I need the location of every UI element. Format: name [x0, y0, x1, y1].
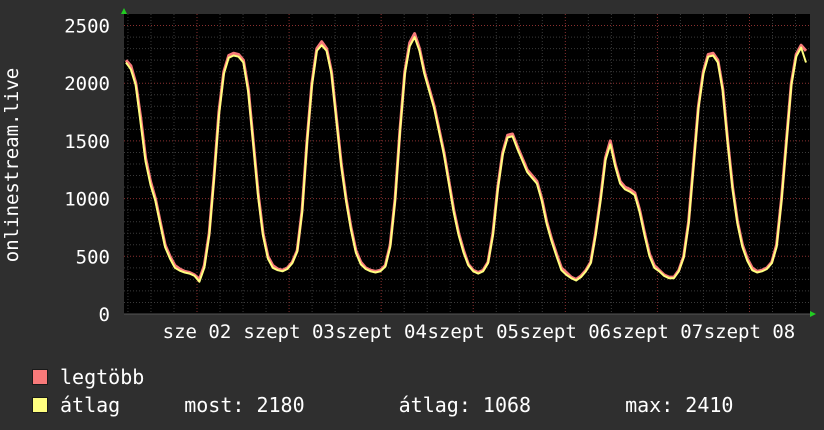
- x-tick-label: szept 05: [427, 321, 519, 343]
- x-tick-label: sze 02: [163, 321, 232, 343]
- legend: legtöbb átlag most: 2180 átlag: 1068 max…: [32, 363, 733, 419]
- legend-swatch-avg: [32, 397, 48, 413]
- legend-row-max: legtöbb: [32, 363, 733, 391]
- legend-label-avg: átlag: [60, 393, 121, 417]
- legend-row-avg: átlag most: 2180 átlag: 1068 max: 2410: [32, 391, 733, 419]
- y-tick-label: 2000: [64, 73, 110, 95]
- x-tick-label: szept 04: [335, 321, 427, 343]
- x-tick-label: szept 06: [520, 321, 612, 343]
- y-tick-label: 500: [76, 246, 110, 268]
- chart-widget: 0 500 1000 1500 2000 2500 sze 02 szept 03 szept…: [0, 0, 824, 430]
- legend-swatch-max: [32, 369, 48, 385]
- legend-label-max: legtöbb: [60, 365, 145, 389]
- stat-avg: átlag: 1068: [398, 393, 532, 417]
- stat-max: max: 2410: [625, 393, 734, 417]
- x-tick-label: szept 07: [612, 321, 704, 343]
- x-tick-label: szept 03: [243, 321, 335, 343]
- x-axis-arrow-icon: [810, 311, 816, 317]
- y-axis: 0 500 1000 1500 2000 2500: [64, 16, 110, 326]
- y-tick-label: 2500: [64, 16, 110, 38]
- x-axis: sze 02 szept 03 szept 04 szept 05 szept 06 sz…: [124, 313, 810, 343]
- y-tick-label: 1000: [64, 189, 110, 211]
- y-axis-label: onlinestream.live: [1, 68, 23, 262]
- y-tick-label: 0: [99, 304, 110, 326]
- y-tick-label: 1500: [64, 131, 110, 153]
- x-tick-label: szept 08: [704, 321, 796, 343]
- y-axis-arrow-icon: [121, 8, 127, 14]
- stat-now: most: 2180: [184, 393, 305, 417]
- line-chart: 05001000150020002500 sze 02 szept 03 szept…: [1, 8, 816, 343]
